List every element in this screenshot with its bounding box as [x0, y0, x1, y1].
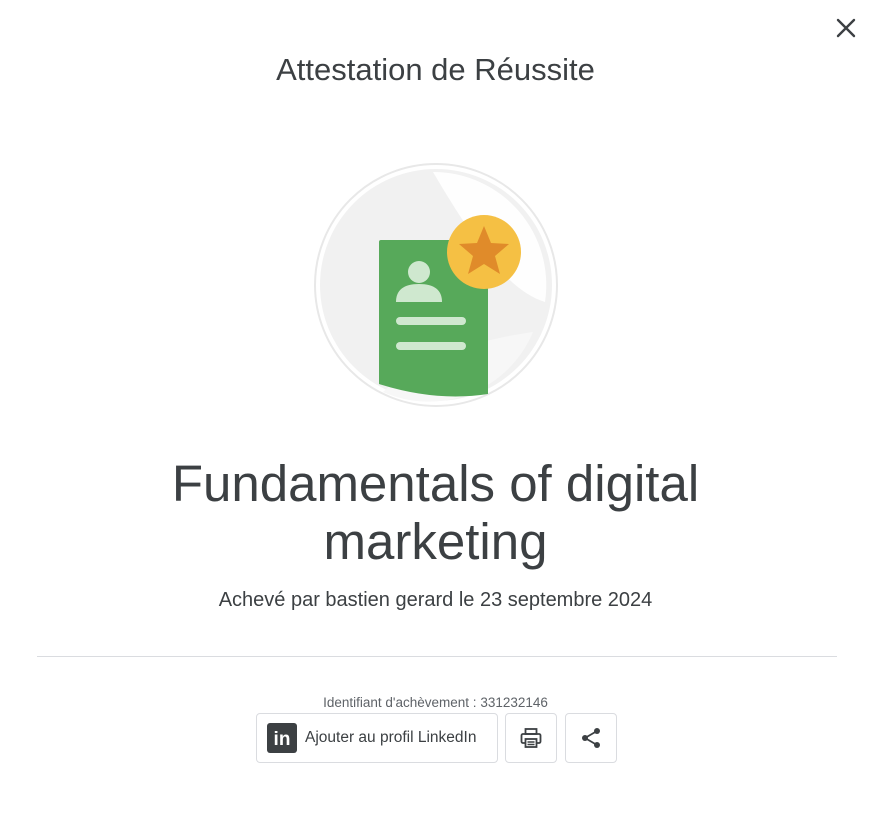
certificate-badge [313, 162, 559, 408]
achievement-dialog: Attestation de Réussite Fundamentals of … [0, 0, 871, 813]
share-button[interactable] [565, 713, 617, 763]
print-button[interactable] [505, 713, 557, 763]
course-title: Fundamentals of digital marketing [171, 455, 700, 570]
credential-id: Identifiant d'achèvement331232146 [0, 695, 871, 710]
add-to-linkedin-button[interactable]: in Ajouter au profil LinkedIn [256, 713, 498, 763]
add-to-linkedin-label: Ajouter au profil LinkedIn [305, 729, 477, 746]
close-icon [836, 18, 856, 38]
credential-id-value: 331232146 [480, 695, 548, 710]
share-icon [582, 728, 600, 748]
certificate-badge-icon [314, 163, 558, 407]
credential-id-label: Identifiant d'achèvement [323, 695, 480, 710]
print-icon [520, 728, 542, 748]
linkedin-logo-text: in [274, 729, 291, 750]
close-button[interactable] [828, 10, 864, 46]
completion-statement: Achevé par bastien gerard le 23 septembr… [218, 589, 653, 611]
linkedin-icon: in [267, 723, 297, 753]
dialog-heading: Attestation de Réussite [276, 52, 595, 87]
divider [37, 656, 837, 657]
